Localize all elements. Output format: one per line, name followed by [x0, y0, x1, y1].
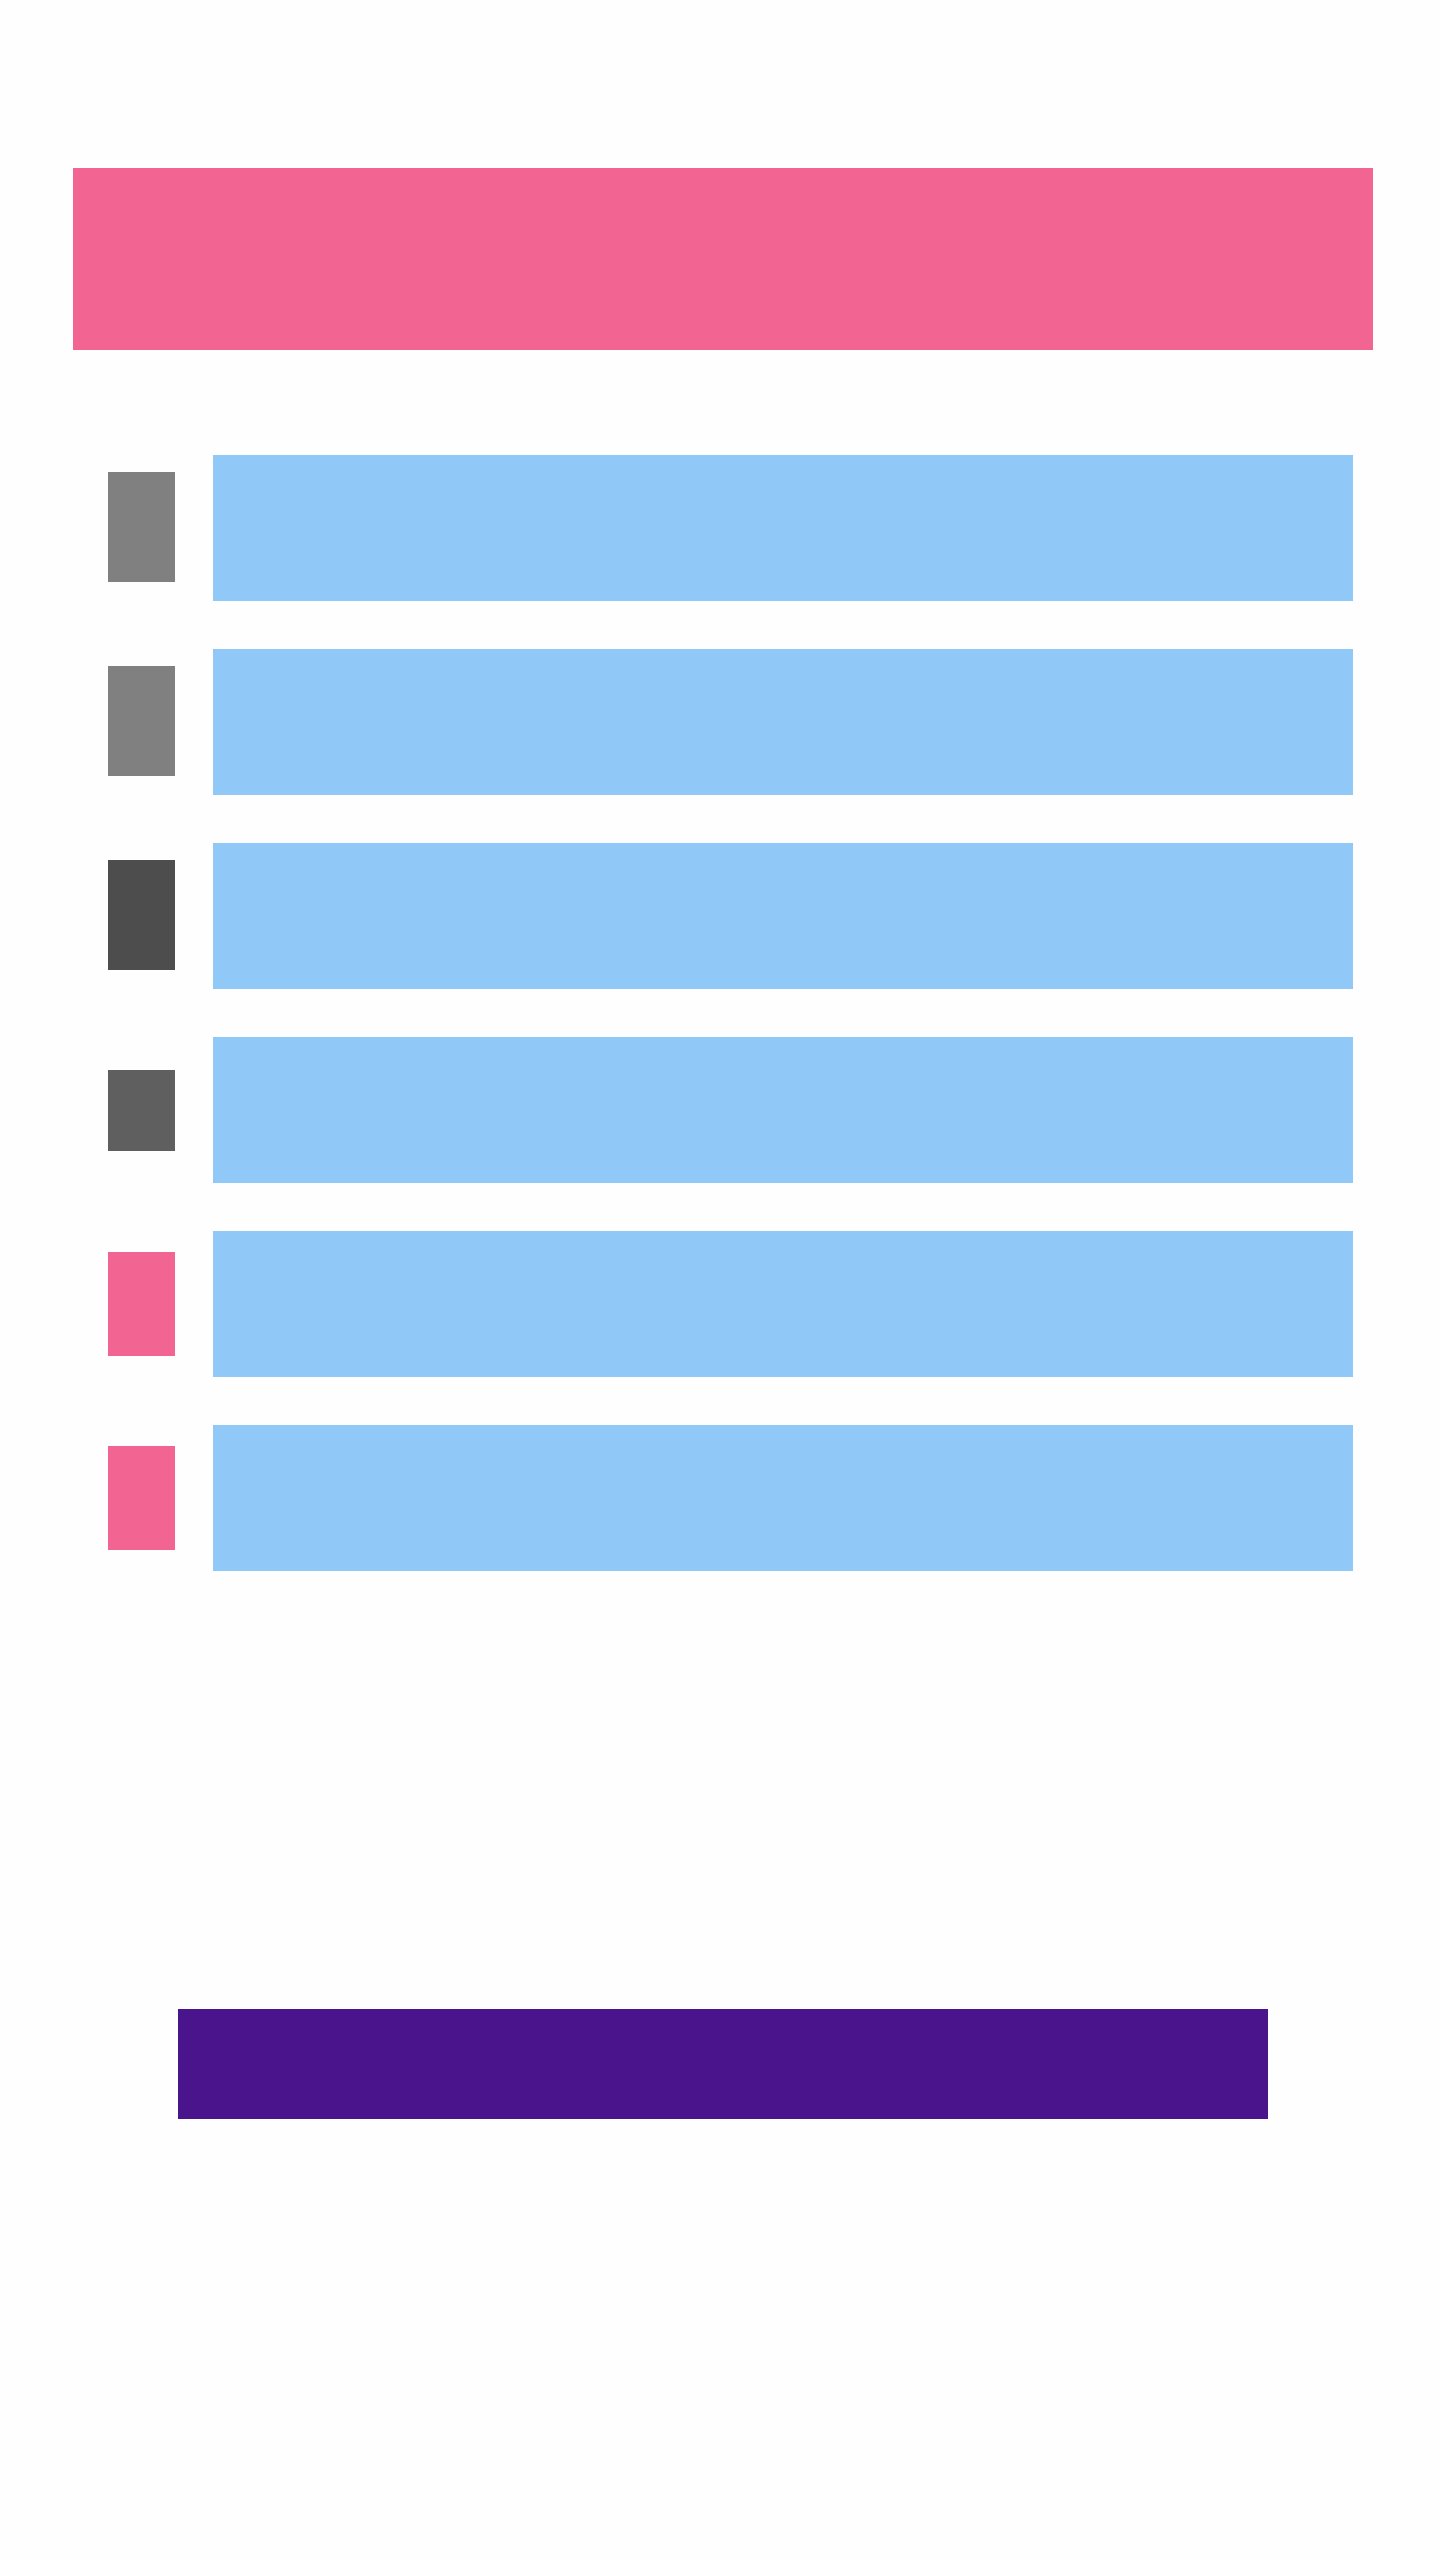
list-item-card[interactable]: [213, 455, 1353, 601]
list-item-card[interactable]: [213, 1231, 1353, 1377]
placeholder-icon: [108, 1252, 175, 1356]
placeholder-icon: [108, 1070, 175, 1151]
app-screen: [0, 0, 1440, 2560]
placeholder-icon: [108, 860, 175, 970]
header-banner: [73, 168, 1373, 350]
list-item[interactable]: [0, 1037, 1440, 1183]
list-item-card[interactable]: [213, 1425, 1353, 1571]
primary-action-button[interactable]: [178, 2009, 1268, 2119]
placeholder-icon: [108, 666, 175, 776]
list-item-card[interactable]: [213, 1037, 1353, 1183]
list-item[interactable]: [0, 843, 1440, 989]
list-item[interactable]: [0, 649, 1440, 795]
list-item-card[interactable]: [213, 843, 1353, 989]
placeholder-icon: [108, 472, 175, 582]
list-item[interactable]: [0, 455, 1440, 601]
placeholder-icon: [108, 1446, 175, 1550]
list-item[interactable]: [0, 1231, 1440, 1377]
list-item[interactable]: [0, 1425, 1440, 1571]
list-item-card[interactable]: [213, 649, 1353, 795]
